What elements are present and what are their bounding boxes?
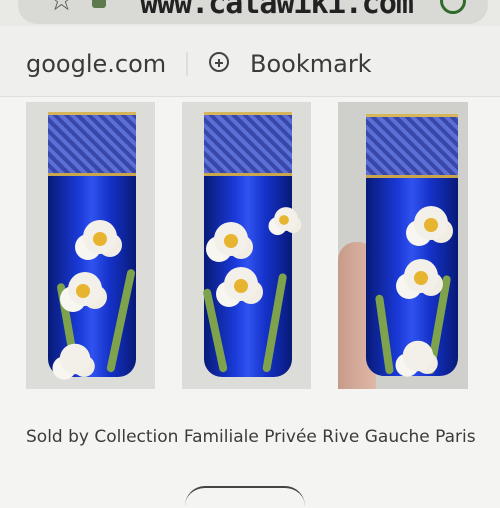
vase-rim [366, 114, 458, 178]
seller-caption[interactable]: Sold by Collection Familiale Privée Rive… [26, 424, 476, 450]
leaf [202, 288, 228, 373]
daffodil-center [93, 232, 107, 246]
leaf [106, 268, 136, 373]
vase [366, 114, 458, 376]
daffodil-center [424, 218, 438, 232]
daffodil-center [414, 271, 428, 285]
bookmark-button[interactable]: Bookmark [250, 50, 372, 78]
daffodil-center [234, 279, 248, 293]
leaf [262, 272, 288, 373]
star-icon[interactable]: ☆ [48, 0, 75, 16]
plus-circle-icon[interactable] [209, 52, 229, 72]
daffodil [402, 340, 434, 372]
vase-image-3[interactable] [338, 102, 468, 389]
vase-image-2[interactable] [182, 102, 311, 389]
daffodil [59, 343, 91, 375]
leaf [374, 294, 394, 375]
daffodil-center [279, 215, 289, 225]
vase-rim [204, 112, 292, 176]
vase-image-1[interactable] [26, 102, 155, 389]
vase [202, 112, 298, 377]
vase [48, 112, 136, 377]
browser-toolbar: ☆ www.catawiki.com [0, 0, 500, 26]
divider [186, 52, 188, 76]
daffodil-center [224, 234, 238, 248]
info-icon[interactable] [92, 0, 106, 8]
source-bar: google.com Bookmark [0, 26, 500, 97]
bottom-sheet-handle [185, 486, 305, 508]
daffodil-center [76, 284, 90, 298]
source-domain[interactable]: google.com [26, 50, 166, 78]
url-text[interactable]: www.catawiki.com [140, 0, 414, 21]
vase-rim [48, 112, 136, 176]
